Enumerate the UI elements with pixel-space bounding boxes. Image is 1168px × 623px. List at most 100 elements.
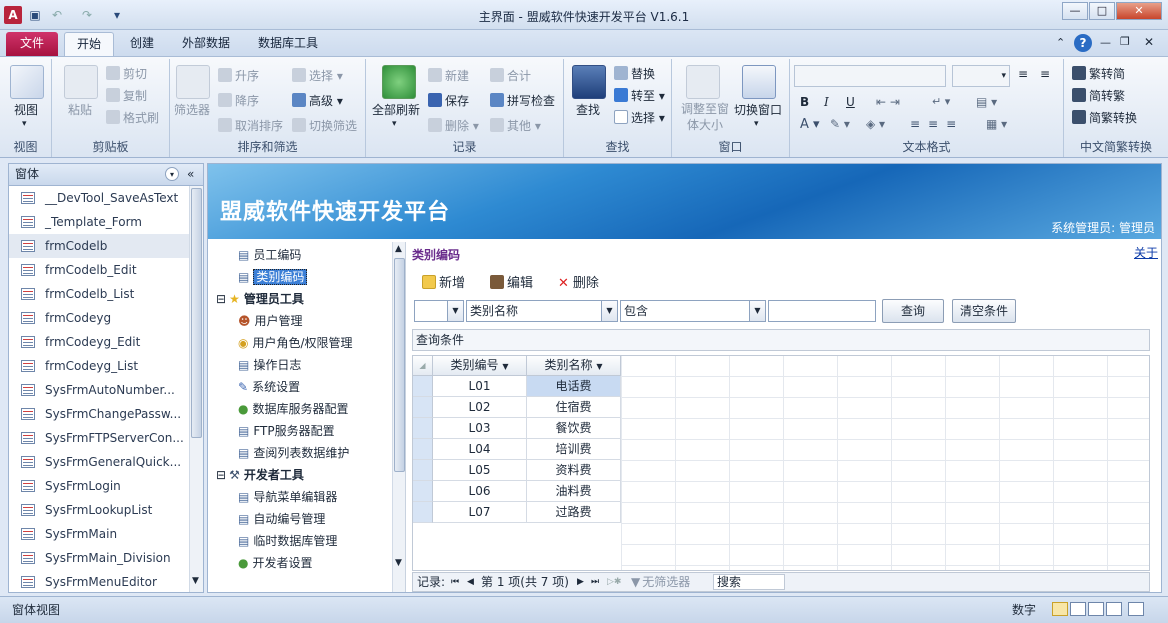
grid-cell[interactable]: L03 (433, 418, 527, 439)
delete-record-button[interactable]: 删除 ▾ (428, 117, 479, 134)
tree-node[interactable]: ● 数据库服务器配置 (214, 398, 392, 420)
convert-button[interactable]: 简繁转换 (1072, 109, 1137, 126)
grid-cell[interactable]: 资料费 (527, 460, 621, 481)
format-painter-button[interactable]: 格式刷 (106, 109, 159, 126)
tree-scroll-up-icon[interactable]: ▲ (395, 244, 402, 254)
nav-item[interactable]: SysFrmMain_Division (9, 546, 189, 570)
nav-item[interactable]: SysFrmAutoNumber... (9, 378, 189, 402)
new-record-button[interactable]: 新建 (428, 67, 469, 84)
record-position[interactable]: 第 1 项(共 7 项) (481, 573, 569, 591)
view-button[interactable]: 视图 (14, 101, 38, 118)
tree-node[interactable]: ✎ 系统设置 (214, 376, 392, 398)
font-size-select[interactable]: ▾ (952, 65, 1010, 87)
tree-node[interactable]: ☻ 用户管理 (214, 310, 392, 332)
tree-node[interactable]: ▤ 查阅列表数据维护 (214, 442, 392, 464)
new-button[interactable]: 新增 (422, 272, 465, 291)
advanced-button[interactable]: 高级 ▾ (292, 92, 343, 109)
remove-sort-button[interactable]: 取消排序 (218, 117, 283, 134)
grid-cell[interactable]: L02 (433, 397, 527, 418)
nav-item[interactable]: SysFrmLogin (9, 474, 189, 498)
maximize-button[interactable]: □ (1089, 2, 1115, 20)
tree-scroll-down-icon[interactable]: ▼ (395, 558, 402, 568)
tree-node[interactable]: ▤ 自动编号管理 (214, 508, 392, 530)
grid-cell[interactable]: 电话费 (527, 376, 621, 397)
nav-item[interactable]: frmCodeyg_Edit (9, 330, 189, 354)
filter-value-input[interactable] (768, 300, 876, 322)
view-dropdown-icon[interactable]: ▾ (22, 119, 27, 129)
more-button[interactable]: 其他 ▾ (490, 117, 541, 134)
find-button[interactable]: 查找 (576, 101, 600, 118)
gridlines-icon[interactable]: ▤ ▾ (976, 95, 997, 109)
filter-field-select[interactable]: 类别名称 ▼ (466, 300, 618, 322)
tree-node[interactable]: ● 开发者设置 (214, 552, 392, 574)
tree-scrollbar[interactable]: ▲ ▼ (392, 242, 405, 592)
nav-item[interactable]: SysFrmGeneralQuick... (9, 450, 189, 474)
grid-cell[interactable]: L01 (433, 376, 527, 397)
bullets-icon[interactable]: ≡ (1018, 67, 1028, 81)
nav-item[interactable]: __DevTool_SaveAsText (9, 186, 189, 210)
fill-color-icon[interactable]: ◈ ▾ (866, 117, 885, 131)
font-color-icon[interactable]: A ▾ (800, 117, 820, 132)
column-header-name[interactable]: 类别名称 ▼ (527, 356, 621, 376)
tree-node[interactable]: ▤ 类别编码 (214, 266, 392, 288)
prev-record-icon[interactable]: ◀ (467, 573, 474, 591)
about-link[interactable]: 关于 (1134, 244, 1158, 261)
save-record-button[interactable]: 保存 (428, 92, 469, 109)
last-record-icon[interactable]: ⏭ (591, 573, 599, 591)
italic-button[interactable]: I (824, 95, 829, 109)
delete-button[interactable]: ✕ 删除 (558, 272, 599, 291)
indent-icon[interactable]: ⇤ ⇥ (876, 95, 900, 109)
highlight-icon[interactable]: ✎ ▾ (830, 117, 850, 131)
minimize-button[interactable]: — (1062, 2, 1088, 20)
refresh-dropdown-icon[interactable]: ▾ (392, 119, 397, 129)
grid-cell[interactable]: 培训费 (527, 439, 621, 460)
no-filter-button[interactable]: ▼ 无筛选器 (631, 573, 690, 591)
tree-node[interactable]: ▤ 导航菜单编辑器 (214, 486, 392, 508)
tree-node[interactable]: ▤ 员工编码 (214, 244, 392, 266)
filter-field1-select[interactable]: ▼ (414, 300, 464, 322)
nav-item[interactable]: frmCodeyg (9, 306, 189, 330)
row-selector[interactable] (413, 460, 433, 481)
switch-window-dropdown-icon[interactable]: ▾ (754, 119, 759, 129)
grid-cell[interactable]: L06 (433, 481, 527, 502)
view-icon[interactable] (10, 65, 44, 99)
grid-cell[interactable]: L07 (433, 502, 527, 523)
tree-node[interactable]: ⊟ ⚒ 开发者工具 (214, 464, 392, 486)
switch-window-button[interactable]: 切换窗口 (734, 101, 782, 118)
filter-button[interactable]: 筛选器 (174, 101, 210, 118)
tree-node[interactable]: ⊟ ★ 管理员工具 (214, 288, 392, 310)
nav-item[interactable]: frmCodeyg_List (9, 354, 189, 378)
underline-button[interactable]: U (846, 95, 855, 109)
fit-window-button[interactable]: 调整至窗体大小 (680, 101, 730, 133)
row-selector[interactable] (413, 418, 433, 439)
cut-button[interactable]: 剪切 (106, 65, 147, 82)
nav-item[interactable]: SysFrmChangePassw... (9, 402, 189, 426)
nav-collapse-icon[interactable]: « (187, 164, 194, 185)
layout-view-icon[interactable] (1088, 602, 1104, 616)
nav-scrollbar[interactable]: ▼ (189, 186, 203, 592)
nav-header[interactable]: 窗体 ▾ « (9, 164, 203, 186)
align-icons[interactable]: ≡≡≡ (910, 117, 964, 131)
goto-button[interactable]: 转至 ▾ (614, 87, 665, 104)
grid-cell[interactable]: L05 (433, 460, 527, 481)
doc-window-icon[interactable]: ❐ (1120, 35, 1130, 48)
to-traditional-button[interactable]: 简转繁 (1072, 87, 1125, 104)
tab-file[interactable]: 文件 (6, 32, 58, 56)
nav-item[interactable]: _Template_Form (9, 210, 189, 234)
filter-operator-select[interactable]: 包含 ▼ (620, 300, 766, 322)
selection-button[interactable]: 选择 ▾ (292, 67, 343, 84)
new-record-nav-icon[interactable]: ▷✱ (607, 573, 621, 591)
tab-create[interactable]: 创建 (118, 32, 166, 56)
nav-item[interactable]: frmCodelb (9, 234, 189, 258)
font-family-select[interactable] (794, 65, 946, 87)
sort-asc-button[interactable]: 升序 (218, 67, 259, 84)
edit-button[interactable]: 编辑 (490, 272, 533, 291)
tree-node[interactable]: ▤ 临时数据库管理 (214, 530, 392, 552)
nav-item[interactable]: SysFrmMain (9, 522, 189, 546)
expand-toggle-icon[interactable]: ⊟ (216, 468, 226, 482)
rtl-icon[interactable]: ↵ ▾ (932, 95, 950, 108)
nav-scroll-thumb[interactable] (191, 188, 202, 438)
form-view-icon[interactable] (1052, 602, 1068, 616)
minimize-ribbon-icon[interactable]: ⌃ (1056, 36, 1065, 49)
resize-grip-icon[interactable] (1128, 602, 1144, 616)
